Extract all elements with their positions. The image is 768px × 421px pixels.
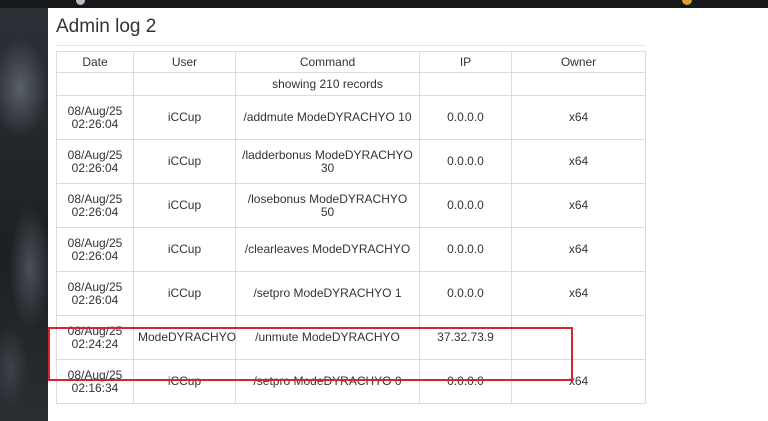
admin-log-table: Date User Command IP Owner showing 210 r… <box>56 51 646 404</box>
date-day: 08/Aug/25 <box>67 191 123 206</box>
site-logo-icon[interactable] <box>76 0 85 5</box>
cell-user: ModeDYRACHYO <box>133 315 236 360</box>
main-content: Admin log 2 Date User Command IP Owner s… <box>48 8 768 421</box>
cell-ip: 0.0.0.0 <box>419 95 512 140</box>
cell-command: /setpro ModeDYRACHYO 0 <box>235 359 420 404</box>
cell-user: iCCup <box>133 271 236 316</box>
top-nav-bar <box>0 0 768 8</box>
cell-date: 08/Aug/25 02:16:34 <box>56 359 134 404</box>
date-time: 02:16:34 <box>71 380 119 395</box>
date-day: 08/Aug/25 <box>67 279 123 294</box>
column-header-owner: Owner <box>511 51 646 73</box>
cell-user: iCCup <box>133 95 236 140</box>
date-day: 08/Aug/25 <box>67 103 123 118</box>
date-time: 02:26:04 <box>71 248 119 263</box>
table-header-row: Date User Command IP Owner <box>56 51 646 73</box>
cell-ip: 0.0.0.0 <box>419 359 512 404</box>
cell-date: 08/Aug/25 02:24:24 <box>56 315 134 360</box>
column-header-user: User <box>133 51 236 73</box>
table-row-highlighted: 08/Aug/25 02:24:24 ModeDYRACHYO /unmute M… <box>56 315 646 360</box>
cell-user: iCCup <box>133 139 236 184</box>
records-info-row: showing 210 records <box>56 72 646 96</box>
records-info-spacer <box>133 72 236 96</box>
cell-ip: 0.0.0.0 <box>419 183 512 228</box>
table-row: 08/Aug/25 02:26:04 iCCup /ladderbonus Mod… <box>56 139 646 184</box>
cell-command: /setpro ModeDYRACHYO 1 <box>235 271 420 316</box>
cell-owner: x64 <box>511 227 646 272</box>
cell-owner: x64 <box>511 139 646 184</box>
cell-date: 08/Aug/25 02:26:04 <box>56 95 134 140</box>
cell-ip: 0.0.0.0 <box>419 271 512 316</box>
date-day: 08/Aug/25 <box>67 323 123 338</box>
cell-user: iCCup <box>133 359 236 404</box>
cell-user: iCCup <box>133 183 236 228</box>
cell-owner: x64 <box>511 359 646 404</box>
title-divider <box>56 45 646 46</box>
cell-ip: 0.0.0.0 <box>419 227 512 272</box>
records-count: showing 210 records <box>235 72 420 96</box>
records-info-spacer-left <box>56 72 134 96</box>
date-time: 02:26:04 <box>71 160 119 175</box>
date-time: 02:26:04 <box>71 116 119 131</box>
cell-ip: 37.32.73.9 <box>419 315 512 360</box>
cell-date: 08/Aug/25 02:26:04 <box>56 139 134 184</box>
cell-date: 08/Aug/25 02:26:04 <box>56 271 134 316</box>
date-day: 08/Aug/25 <box>67 235 123 250</box>
coin-icon[interactable] <box>682 0 692 5</box>
cell-date: 08/Aug/25 02:26:04 <box>56 227 134 272</box>
cell-command: /ladderbonus ModeDYRACHYO 30 <box>235 139 420 184</box>
cell-owner <box>511 315 646 360</box>
cell-owner: x64 <box>511 271 646 316</box>
column-header-command: Command <box>235 51 420 73</box>
column-header-date: Date <box>56 51 134 73</box>
date-time: 02:26:04 <box>71 292 119 307</box>
cell-date: 08/Aug/25 02:26:04 <box>56 183 134 228</box>
cell-command: /losebonus ModeDYRACHYO 50 <box>235 183 420 228</box>
records-info-spacer <box>419 72 512 96</box>
table-row: 08/Aug/25 02:26:04 iCCup /setpro ModeDYRA… <box>56 271 646 316</box>
column-header-ip: IP <box>419 51 512 73</box>
cell-owner: x64 <box>511 183 646 228</box>
date-day: 08/Aug/25 <box>67 147 123 162</box>
cell-owner: x64 <box>511 95 646 140</box>
page-title: Admin log 2 <box>56 16 157 37</box>
table-row: 08/Aug/25 02:26:04 iCCup /losebonus ModeD… <box>56 183 646 228</box>
table-row: 08/Aug/25 02:26:04 iCCup /addmute ModeDYR… <box>56 95 646 140</box>
cell-command: /clearleaves ModeDYRACHYO <box>235 227 420 272</box>
table-row: 08/Aug/25 02:16:34 iCCup /setpro ModeDYRA… <box>56 359 646 404</box>
cell-command: /addmute ModeDYRACHYO 10 <box>235 95 420 140</box>
date-day: 08/Aug/25 <box>67 367 123 382</box>
cell-ip: 0.0.0.0 <box>419 139 512 184</box>
table-row: 08/Aug/25 02:26:04 iCCup /clearleaves Mod… <box>56 227 646 272</box>
date-time: 02:26:04 <box>71 204 119 219</box>
records-info-spacer-right <box>511 72 646 96</box>
background-artwork <box>0 8 48 421</box>
cell-command: /unmute ModeDYRACHYO <box>235 315 420 360</box>
date-time: 02:24:24 <box>71 336 119 351</box>
cell-user: iCCup <box>133 227 236 272</box>
